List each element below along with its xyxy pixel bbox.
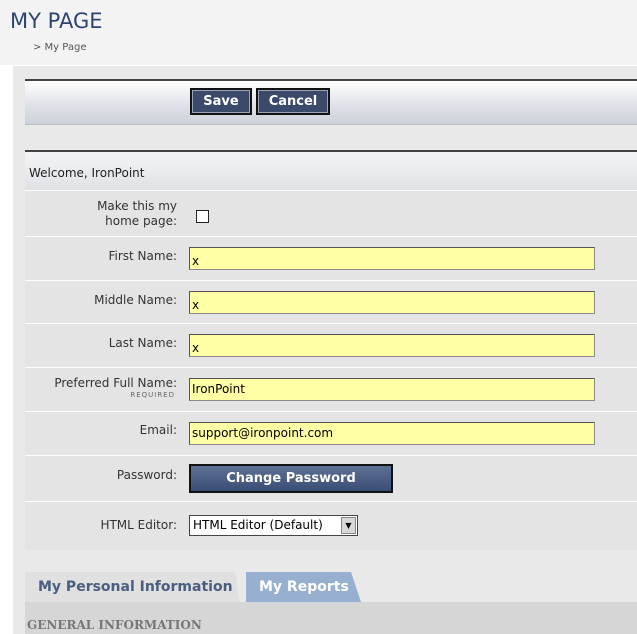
chevron-down-icon[interactable]: ▼ — [341, 517, 356, 534]
section-title: GENERAL INFORMATION — [27, 618, 202, 632]
middle-name-row: Middle Name: x — [25, 280, 637, 323]
tab-panel: GENERAL INFORMATION — [25, 602, 637, 634]
toolbar: Save Cancel — [25, 79, 637, 125]
tab-my-personal-information[interactable]: My Personal Information — [25, 572, 240, 602]
page-header: MY PAGE > My Page — [0, 0, 637, 65]
preferred-name-field[interactable]: IronPoint — [189, 378, 595, 401]
first-name-field[interactable]: x — [189, 247, 595, 270]
middle-name-field[interactable]: x — [189, 291, 595, 314]
home-page-checkbox[interactable] — [196, 210, 209, 223]
first-name-row: First Name: x — [25, 236, 637, 280]
required-note: REQUIRED — [130, 391, 175, 399]
first-name-label: First Name: — [108, 249, 177, 263]
home-page-row: Make this my home page: — [25, 190, 637, 236]
html-editor-selected: HTML Editor (Default) — [193, 518, 323, 532]
html-editor-select[interactable]: HTML Editor (Default) ▼ — [189, 515, 358, 536]
cancel-button[interactable]: Cancel — [256, 88, 330, 115]
home-page-label-line1: Make this my — [97, 199, 177, 213]
profile-form: Welcome, IronPoint Make this my home pag… — [25, 150, 637, 550]
tabs-area: My Personal Information My Reports GENER… — [13, 564, 637, 634]
home-page-label-line2: home page: — [105, 214, 177, 228]
html-editor-label: HTML Editor: — [100, 518, 177, 532]
home-page-label: Make this my home page: — [25, 199, 177, 229]
preferred-name-label: Preferred Full Name: REQUIRED — [25, 376, 177, 400]
password-label: Password: — [116, 468, 177, 482]
last-name-label: Last Name: — [108, 336, 177, 350]
preferred-name-label-text: Preferred Full Name: — [54, 376, 177, 390]
change-password-button[interactable]: Change Password — [189, 464, 393, 493]
email-field[interactable]: support@ironpoint.com — [189, 422, 595, 445]
email-row: Email: support@ironpoint.com — [25, 411, 637, 455]
password-row: Password: Change Password — [25, 455, 637, 501]
welcome-bar: Welcome, IronPoint — [25, 150, 637, 190]
html-editor-row: HTML Editor: HTML Editor (Default) ▼ — [25, 501, 637, 550]
middle-name-label: Middle Name: — [94, 293, 177, 307]
last-name-field[interactable]: x — [189, 334, 595, 357]
save-button[interactable]: Save — [190, 88, 252, 115]
content-frame: Save Cancel Welcome, IronPoint Make this… — [13, 66, 637, 634]
welcome-text: Welcome, IronPoint — [29, 166, 145, 180]
preferred-name-row: Preferred Full Name: REQUIRED IronPoint — [25, 367, 637, 411]
breadcrumb[interactable]: > My Page — [33, 42, 87, 53]
tab-my-reports[interactable]: My Reports — [246, 572, 361, 602]
page-title: MY PAGE — [10, 9, 103, 33]
last-name-row: Last Name: x — [25, 323, 637, 367]
email-label: Email: — [139, 423, 177, 437]
